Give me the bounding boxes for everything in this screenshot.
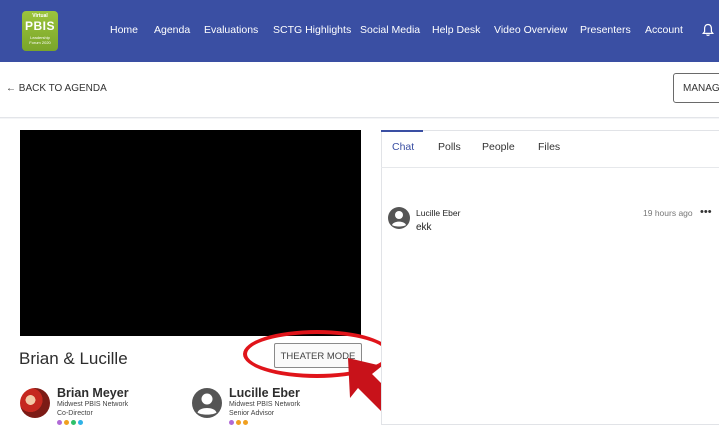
presenter-tag-dots	[57, 420, 85, 425]
bell-icon[interactable]	[702, 23, 714, 37]
message-text: ekk	[416, 222, 432, 233]
tag-dot	[78, 420, 83, 425]
page: Virtual PBIS Leadership Forum 2020 Home …	[0, 0, 719, 432]
tag-dot	[236, 420, 241, 425]
user-avatar-icon[interactable]	[192, 388, 222, 418]
presenter-name[interactable]: Lucille Eber	[229, 386, 300, 400]
nav-item-evaluations[interactable]: Evaluations	[204, 24, 258, 36]
session-title: Brian & Lucille	[19, 349, 128, 368]
tag-dot	[57, 420, 62, 425]
tab-polls[interactable]: Polls	[438, 141, 461, 153]
message-author[interactable]: Lucille Eber	[416, 208, 460, 218]
tab-files[interactable]: Files	[538, 141, 560, 153]
presenter-role: Co-Director	[57, 410, 93, 417]
nav-item-presenters[interactable]: Presenters	[580, 24, 631, 36]
presenter-name[interactable]: Brian Meyer	[57, 386, 129, 400]
tag-dot	[243, 420, 248, 425]
sub-header	[0, 62, 719, 118]
message-timestamp: 19 hours ago	[643, 208, 693, 218]
nav-item-sctg-highlights[interactable]: SCTG Highlights	[273, 24, 351, 36]
back-to-agenda-link[interactable]: ← BACK TO AGENDA	[6, 83, 107, 94]
tag-dot	[64, 420, 69, 425]
video-player[interactable]	[20, 130, 361, 336]
nav-item-social-media[interactable]: Social Media	[360, 24, 420, 36]
active-tab-indicator	[381, 130, 423, 132]
nav-item-video-overview[interactable]: Video Overview	[494, 24, 567, 36]
nav-item-account[interactable]: Account	[645, 24, 683, 36]
tag-dot	[71, 420, 76, 425]
presenter-org: Midwest PBIS Network	[229, 401, 301, 408]
manage-button[interactable]: MANAGE	[673, 73, 719, 103]
top-nav-bar: Virtual PBIS Leadership Forum 2020 Home …	[0, 0, 719, 62]
pbis-logo[interactable]: Virtual PBIS Leadership Forum 2020	[22, 11, 58, 51]
presenter-tag-dots	[229, 420, 250, 425]
chat-input-area[interactable]	[381, 424, 719, 432]
logo-main-text: PBIS	[24, 19, 55, 33]
logo-sub-text: Leadership Forum 2020	[29, 35, 51, 45]
message-user-avatar-icon[interactable]	[388, 207, 410, 229]
presenter-org: Midwest PBIS Network	[57, 401, 129, 408]
tab-chat[interactable]: Chat	[392, 141, 414, 153]
chat-panel	[381, 130, 719, 425]
tag-dot	[229, 420, 234, 425]
presenter-role: Senior Advisor	[229, 410, 275, 417]
more-options-icon[interactable]: •••	[700, 206, 712, 218]
nav-item-help-desk[interactable]: Help Desk	[432, 24, 480, 36]
nav-item-home[interactable]: Home	[110, 24, 138, 36]
nav-item-agenda[interactable]: Agenda	[154, 24, 190, 36]
avatar-brian-meyer[interactable]	[20, 388, 50, 418]
tab-people[interactable]: People	[482, 141, 515, 153]
